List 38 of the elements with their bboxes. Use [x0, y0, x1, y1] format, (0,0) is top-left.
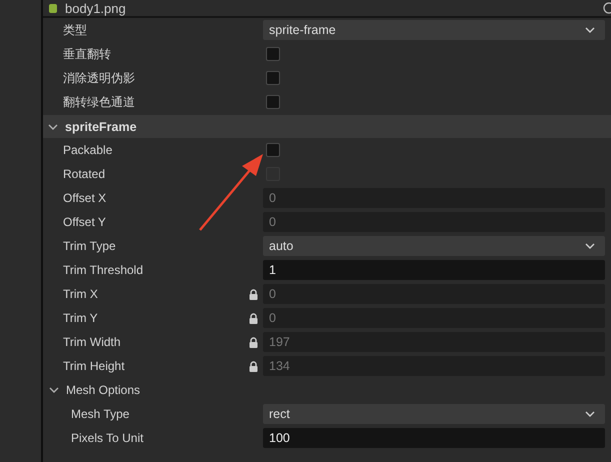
checkbox[interactable] [266, 47, 280, 61]
checkbox[interactable] [266, 71, 280, 85]
property-label: Packable [63, 143, 114, 157]
property-label: Rotated [63, 167, 106, 181]
property-label: Pixels To Unit [71, 431, 144, 445]
chevron-down-icon [48, 124, 58, 130]
property-label: 消除透明伪影 [63, 70, 136, 86]
property-label: 类型 [63, 22, 88, 38]
property-label: Trim Width [63, 335, 122, 349]
property-label: Trim Threshold [63, 263, 144, 277]
property-label: Trim Type [63, 239, 117, 253]
chevron-down-icon [585, 243, 595, 249]
chevron-down-icon [585, 411, 595, 417]
property-label: Mesh Type [71, 407, 130, 421]
image-file-icon [49, 4, 57, 12]
group-header[interactable]: Mesh Options [43, 378, 611, 402]
property-label: 翻转绿色通道 [63, 94, 136, 110]
property-label: Offset Y [63, 215, 107, 229]
dropdown[interactable]: auto [263, 236, 605, 256]
property-label: Offset X [63, 191, 108, 205]
dropdown[interactable]: rect [263, 404, 605, 424]
property-label: Trim Y [63, 311, 99, 325]
section-header[interactable]: spriteFrame [43, 115, 611, 138]
lock-icon [248, 288, 258, 300]
property-label: 垂直翻转 [63, 46, 112, 62]
chevron-down-icon [49, 387, 59, 393]
chevron-down-icon [585, 27, 595, 33]
number-field[interactable]: 1 [263, 260, 605, 280]
asset-title: body1.png [65, 0, 127, 16]
checkbox[interactable] [266, 143, 280, 157]
dropdown[interactable]: sprite-frame [263, 20, 605, 40]
number-field[interactable]: 100 [263, 428, 605, 448]
lock-icon [248, 336, 258, 348]
lock-icon [248, 360, 258, 372]
property-label: Trim Height [63, 359, 126, 373]
checkbox[interactable] [266, 95, 280, 109]
lock-icon [248, 312, 258, 324]
property-label: Trim X [63, 287, 99, 301]
